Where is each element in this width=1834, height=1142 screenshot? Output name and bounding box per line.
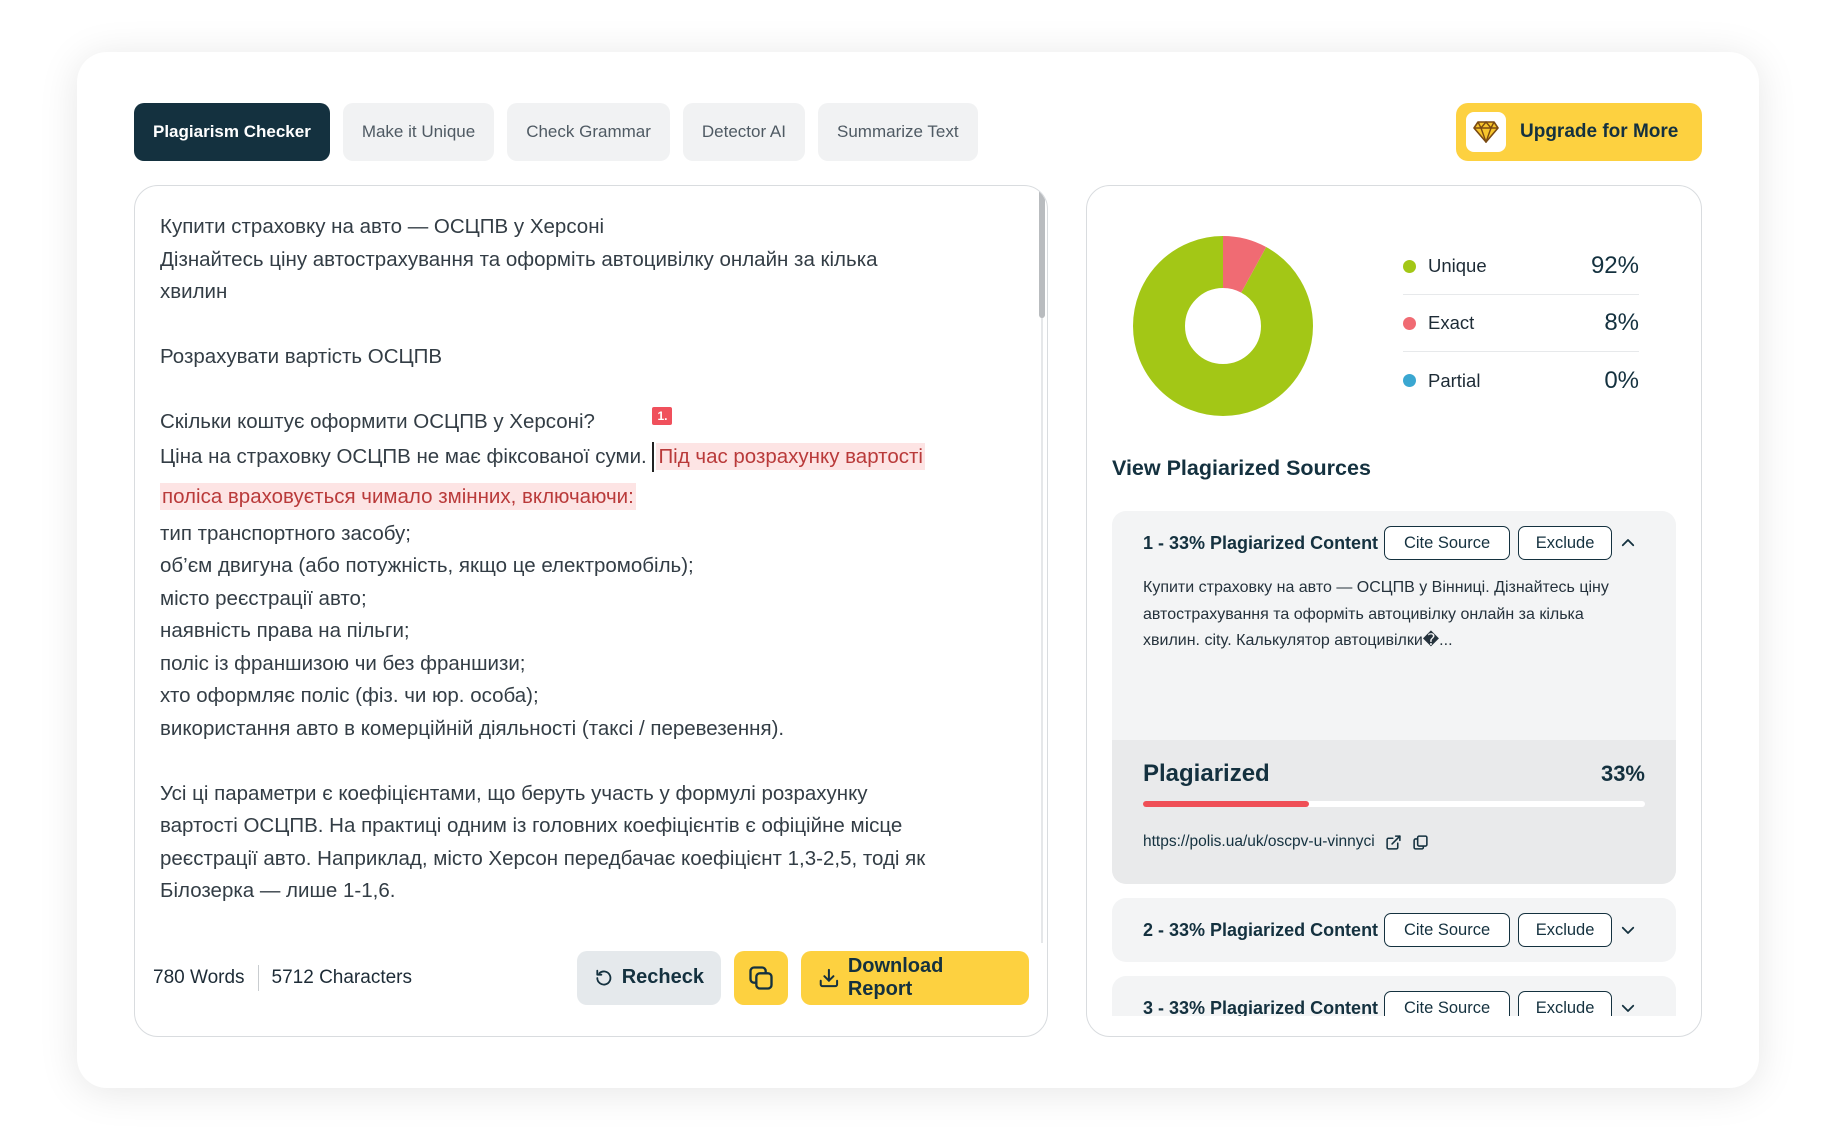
main-card: Plagiarism Checker Make it Unique Check … [77,52,1759,1088]
chevron-up-icon[interactable] [1618,533,1638,553]
match-badge[interactable]: 1. [652,406,673,425]
source-card: 1 - 33% Plagiarized Content Cite Source … [1112,511,1676,884]
cite-source-button[interactable]: Cite Source [1384,526,1511,560]
source-excerpt: Купити страховку на авто — ОСЦПВ у Вінни… [1143,579,1609,649]
plagiarized-highlight[interactable]: Під час розрахунку вартості [656,442,925,470]
source-title: 3 - 33% Plagiarized Content [1143,997,1379,1017]
source-title: 2 - 33% Plagiarized Content [1143,919,1379,940]
source-url[interactable]: https://polis.ua/uk/oscpv-u-vinnyci [1143,833,1375,851]
text-line: Скільки коштує оформити ОСЦПВ у Херсоні? [160,410,595,433]
tab-check-grammar[interactable]: Check Grammar [507,103,670,161]
text-cursor [652,442,655,473]
legend-value: 92% [1590,252,1639,279]
text-line: вартості ОСЦПВ. На практиці одним із гол… [160,814,903,837]
word-count: 780 Words [153,966,245,988]
chevron-down-icon[interactable] [1618,920,1638,940]
scroll-thumb[interactable] [1039,188,1045,318]
editor-content[interactable]: Купити страховку на авто — ОСЦПВ у Херсо… [160,211,1010,908]
text-editor[interactable]: Купити страховку на авто — ОСЦПВ у Херсо… [134,185,1048,1037]
divider [257,964,259,991]
tab-plagiarism-checker[interactable]: Plagiarism Checker [134,103,330,161]
download-label: Download Report [847,954,944,1000]
text-line: Ціна на страховку ОСЦПВ не має фіксовано… [160,406,1010,474]
chevron-down-icon[interactable] [1618,998,1638,1016]
source-title: 1 - 33% Plagiarized Content [1143,532,1379,553]
copy-link-icon[interactable] [1412,834,1429,851]
plagiarized-progress-fill [1143,801,1309,807]
legend-label: Unique [1428,255,1487,276]
text-line: Усі ці параметри є коефіцієнтами, що бер… [160,781,868,805]
source-list[interactable]: 1 - 33% Plagiarized Content Cite Source … [1112,511,1676,1016]
text-line: хто оформляє поліс (фіз. чи юр. особа); [160,684,539,707]
editor-scrollbar[interactable] [1039,186,1047,946]
text-line: поліса враховується чимало змінних, вклю… [160,481,1010,514]
text-line: реєстрації авто. Наприклад, місто Херсон… [160,846,926,870]
legend-label: Exact [1428,312,1475,333]
download-report-button[interactable]: Download Report [801,950,1029,1005]
source-header[interactable]: 3 - 33% Plagiarized Content Cite Source … [1112,976,1676,1016]
legend-item-unique: Unique 92% [1403,238,1639,295]
match-marker[interactable]: 1. [652,406,673,474]
plagiarized-value: 33% [1600,761,1645,786]
recheck-button[interactable]: Recheck [577,950,721,1005]
source-header[interactable]: 2 - 33% Plagiarized Content Cite Source … [1112,898,1676,962]
source-card: 2 - 33% Plagiarized Content Cite Source … [1112,898,1676,962]
text-line: Розрахувати вартість ОСЦПВ [160,345,443,368]
sources-title: View Plagiarized Sources [1112,456,1371,480]
plain-sentence: Ціна на страховку ОСЦПВ не має фіксовано… [160,444,647,468]
legend-dot [1403,316,1416,330]
legend-item-partial: Partial 0% [1403,352,1639,409]
text-line: використання авто в комерційній діяльнос… [160,716,785,740]
plagiarized-label: Plagiarized [1143,760,1270,787]
exclude-button[interactable]: Exclude [1518,526,1613,560]
editor-footer: 780 Words 5712 Characters Recheck Downlo… [135,931,1047,1036]
character-count: 5712 Characters [271,966,412,988]
exclude-button[interactable]: Exclude [1518,991,1613,1016]
text-line: наявність права на пільги; [160,619,410,642]
text-line: місто реєстрації авто; [160,586,367,610]
text-line: хвилин [160,280,228,303]
legend-dot [1403,374,1416,387]
recheck-label: Recheck [621,966,704,988]
refresh-icon [596,969,612,985]
chart-legend: Unique 92% Exact 8% Partial 0% [1403,238,1639,409]
legend-item-exact: Exact 8% [1403,295,1639,352]
legend-value: 8% [1604,309,1639,336]
text-line: тип транспортного засобу; [160,521,412,545]
download-icon [819,968,839,987]
legend-label: Partial [1428,369,1481,391]
cite-source-button[interactable]: Cite Source [1384,913,1511,947]
legend-dot [1403,259,1416,273]
text-line: Дізнайтесь ціну автострахування та оформ… [160,247,878,271]
upgrade-label: Upgrade for More [1520,121,1679,142]
source-header[interactable]: 1 - 33% Plagiarized Content Cite Source … [1112,511,1676,575]
gem-icon [1466,112,1506,152]
tool-tabs: Plagiarism Checker Make it Unique Check … [134,103,978,161]
source-stats: Plagiarized 33% https://polis.ua/uk/oscp… [1112,740,1676,884]
tab-detector-ai[interactable]: Detector AI [682,103,805,161]
tab-make-it-unique[interactable]: Make it Unique [342,103,495,161]
copy-button[interactable] [734,950,788,1005]
external-link-icon[interactable] [1385,834,1402,851]
exclude-button[interactable]: Exclude [1518,913,1613,947]
source-card: 3 - 33% Plagiarized Content Cite Source … [1112,976,1676,1016]
results-panel: Unique 92% Exact 8% Partial 0% View Plag… [1086,185,1702,1037]
legend-value: 0% [1604,366,1639,394]
tab-summarize-text[interactable]: Summarize Text [818,103,978,161]
plagiarized-highlight[interactable]: поліса враховується чимало змінних, вклю… [160,483,636,510]
upgrade-button[interactable]: Upgrade for More [1456,103,1702,161]
text-line: поліс із франшизою чи без франшизи; [160,651,526,675]
cite-source-button[interactable]: Cite Source [1384,991,1511,1016]
originality-donut-chart [1133,236,1313,416]
text-line: Купити страховку на авто — ОСЦПВ у Херсо… [160,215,605,238]
text-line: об’єм двигуна (або потужність, якщо це е… [160,554,694,577]
text-line: Білозерка — лише 1-1,6. [160,879,396,902]
plagiarized-progress-bar [1143,801,1645,807]
copy-icon [749,965,773,990]
